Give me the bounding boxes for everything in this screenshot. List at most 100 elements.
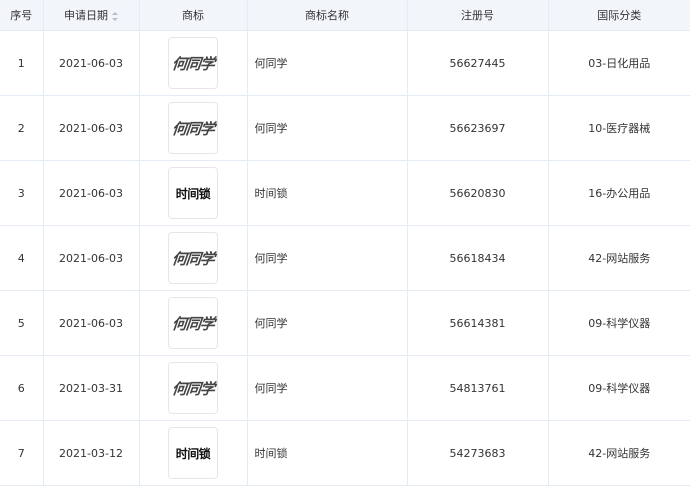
row-reg-no: 56618434 (406, 225, 549, 291)
row-date: 2021-06-03 (42, 225, 140, 291)
index-text: 6 (17, 381, 25, 395)
date-text: 2021-03-31 (59, 381, 123, 395)
date-text: 2021-06-03 (59, 121, 123, 135)
logo-text: 何同学 (170, 379, 215, 398)
trademark-name-text: 何同学 (254, 382, 288, 395)
header-date[interactable]: 申请日期 (42, 0, 140, 31)
row-logo: 何同学 (138, 30, 248, 96)
trademark-logo-image[interactable]: 何同学 (168, 232, 218, 284)
trademark-name-text: 何同学 (254, 122, 288, 135)
date-text: 2021-06-03 (59, 251, 123, 265)
row-date: 2021-03-31 (42, 355, 140, 421)
row-logo: 何同学 (138, 290, 248, 356)
intl-class-text: 09-科学仪器 (588, 317, 651, 330)
reg-no-text: 56623697 (449, 121, 506, 135)
sort-arrows-icon[interactable] (112, 11, 118, 21)
header-row: 序号 申请日期 商标 商标名称 注册号 国际分类 (0, 0, 690, 31)
reg-no-text: 56618434 (449, 251, 506, 265)
table-row[interactable]: 1 2021-06-03 何同学 何同学 56627445 03-日化用品 (0, 30, 690, 96)
logo-text: 何同学 (170, 54, 215, 73)
trademark-name-text: 时间锁 (254, 187, 288, 200)
reg-no-text: 56620830 (449, 186, 506, 200)
row-trademark-name: 何同学 (246, 290, 408, 356)
row-intl-class: 16-办公用品 (547, 160, 690, 226)
row-intl-class: 42-网站服务 (547, 420, 690, 486)
row-logo: 何同学 (138, 225, 248, 291)
row-index: 5 (0, 290, 44, 356)
trademark-logo-image[interactable]: 何同学 (168, 37, 218, 89)
row-date: 2021-03-12 (42, 420, 140, 486)
date-text: 2021-06-03 (59, 316, 123, 330)
reg-no-text: 56614381 (449, 316, 506, 330)
table-row[interactable]: 3 2021-06-03 时间锁 时间锁 56620830 16-办公用品 (0, 160, 690, 226)
table-header: 序号 申请日期 商标 商标名称 注册号 国际分类 (0, 0, 690, 31)
table-row[interactable]: 7 2021-03-12 时间锁 时间锁 54273683 42-网站服务 (0, 420, 690, 486)
header-logo: 商标 (138, 0, 248, 31)
reg-no-text: 56627445 (449, 56, 506, 70)
trademark-name-text: 何同学 (254, 252, 288, 265)
row-trademark-name: 何同学 (246, 225, 408, 291)
row-trademark-name: 时间锁 (246, 420, 408, 486)
table-body: 1 2021-06-03 何同学 何同学 56627445 03-日化用品 2 … (0, 30, 690, 486)
intl-class-text: 03-日化用品 (588, 57, 651, 70)
intl-class-text: 16-办公用品 (588, 187, 651, 200)
table-row[interactable]: 5 2021-06-03 何同学 何同学 56614381 09-科学仪器 (0, 290, 690, 356)
intl-class-text: 09-科学仪器 (588, 382, 651, 395)
reg-no-text: 54813761 (449, 381, 506, 395)
row-trademark-name: 何同学 (246, 30, 408, 96)
row-index: 1 (0, 30, 44, 96)
trademark-name-text: 何同学 (254, 317, 288, 330)
row-reg-no: 56614381 (406, 290, 549, 356)
header-reg-no-label: 注册号 (461, 9, 494, 22)
trademark-logo-image[interactable]: 何同学 (168, 362, 218, 414)
index-text: 5 (17, 316, 25, 330)
header-logo-label: 商标 (182, 9, 204, 22)
row-reg-no: 56623697 (406, 95, 549, 161)
index-text: 4 (17, 251, 25, 265)
row-reg-no: 54813761 (406, 355, 549, 421)
row-date: 2021-06-03 (42, 290, 140, 356)
row-intl-class: 03-日化用品 (547, 30, 690, 96)
header-intl-class-label: 国际分类 (597, 9, 642, 22)
intl-class-text: 42-网站服务 (588, 252, 651, 265)
date-text: 2021-06-03 (59, 56, 123, 70)
logo-text: 何同学 (170, 314, 215, 333)
date-text: 2021-06-03 (59, 186, 123, 200)
row-logo: 时间锁 (138, 420, 248, 486)
index-text: 2 (17, 121, 25, 135)
row-intl-class: 10-医疗器械 (547, 95, 690, 161)
logo-text: 何同学 (170, 119, 215, 138)
row-trademark-name: 何同学 (246, 355, 408, 421)
row-intl-class: 42-网站服务 (547, 225, 690, 291)
trademark-logo-image[interactable]: 何同学 (168, 297, 218, 349)
row-index: 3 (0, 160, 44, 226)
intl-class-text: 10-医疗器械 (588, 122, 651, 135)
reg-no-text: 54273683 (449, 446, 506, 460)
row-date: 2021-06-03 (42, 160, 140, 226)
row-trademark-name: 何同学 (246, 95, 408, 161)
row-logo: 时间锁 (138, 160, 248, 226)
row-index: 2 (0, 95, 44, 161)
date-text: 2021-03-12 (59, 446, 123, 460)
index-text: 1 (17, 56, 25, 70)
row-index: 4 (0, 225, 44, 291)
table-row[interactable]: 2 2021-06-03 何同学 何同学 56623697 10-医疗器械 (0, 95, 690, 161)
header-reg-no: 注册号 (406, 0, 549, 31)
logo-text: 时间锁 (175, 446, 211, 461)
row-date: 2021-06-03 (42, 95, 140, 161)
table-row[interactable]: 6 2021-03-31 何同学 何同学 54813761 09-科学仪器 (0, 355, 690, 421)
trademark-name-text: 何同学 (254, 57, 288, 70)
row-logo: 何同学 (138, 95, 248, 161)
trademark-logo-image[interactable]: 时间锁 (168, 167, 218, 219)
table-row[interactable]: 4 2021-06-03 何同学 何同学 56618434 42-网站服务 (0, 225, 690, 291)
row-reg-no: 56620830 (406, 160, 549, 226)
header-index: 序号 (0, 0, 44, 31)
trademark-logo-image[interactable]: 时间锁 (168, 427, 218, 479)
index-text: 3 (17, 186, 25, 200)
header-date-label: 申请日期 (64, 9, 108, 22)
trademark-logo-image[interactable]: 何同学 (168, 102, 218, 154)
row-intl-class: 09-科学仪器 (547, 290, 690, 356)
header-name: 商标名称 (246, 0, 408, 31)
trademark-table: 序号 申请日期 商标 商标名称 注册号 国际分类 1 2021-06-03 何同… (0, 0, 690, 486)
trademark-name-text: 时间锁 (254, 447, 288, 460)
